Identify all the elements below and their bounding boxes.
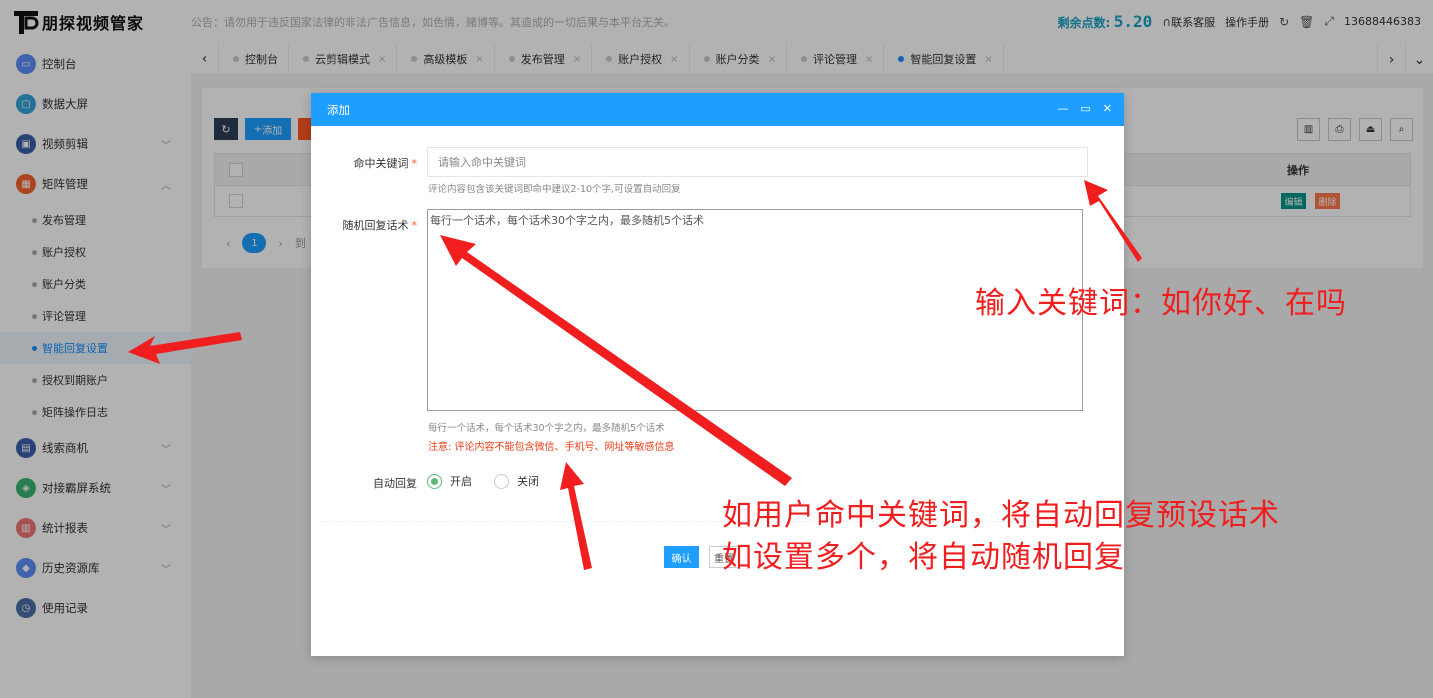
dialog-header: 添加 — ▭ ✕ (311, 93, 1124, 126)
annotation-reply-tip-2: 如设置多个，将自动随机回复 (722, 540, 1125, 575)
radio-off-label: 关闭 (517, 475, 539, 488)
auto-reply-label: 自动回复 (373, 477, 417, 490)
annotation-keyword-tip: 输入关键词：如你好、在吗 (975, 286, 1347, 321)
required-mark: * (411, 157, 418, 170)
confirm-button[interactable]: 确认 (664, 546, 699, 568)
keyword-input[interactable]: 请输入命中关键词 (427, 147, 1088, 177)
dialog-controls: — ▭ ✕ (1057, 102, 1112, 115)
minimize-icon[interactable]: — (1057, 102, 1068, 115)
keyword-label-text: 命中关键词 (353, 157, 409, 170)
radio-on-label: 开启 (450, 475, 472, 488)
required-mark: * (411, 219, 418, 232)
auto-reply-radio-group: 开启 关闭 (427, 473, 539, 489)
keyword-label: 命中关键词 * (317, 155, 418, 171)
warning-text: 注意: 评论内容不能包含微信、手机号、网址等敏感信息 (428, 442, 675, 453)
reply-help: 每行一个话术，每个话术30个字之内，最多随机5个话术 (428, 423, 665, 434)
radio-off[interactable] (494, 473, 509, 489)
annotation-reply-tip-1: 如用户命中关键词，将自动回复预设话术 (722, 498, 1280, 533)
reply-label-text: 随机回复话术 (342, 219, 409, 232)
keyword-help: 评论内容包含该关键词即命中建议2-10个字,可设置自动回复 (428, 184, 681, 195)
close-icon[interactable]: ✕ (1103, 102, 1112, 115)
maximize-icon[interactable]: ▭ (1080, 102, 1090, 115)
reply-label: 随机回复话术 * (317, 217, 418, 233)
reply-placeholder: 每行一个话术，每个话术30个字之内，最多随机5个话术 (430, 214, 704, 227)
dialog-title: 添加 (327, 102, 350, 117)
keyword-placeholder: 请输入命中关键词 (438, 156, 526, 169)
radio-on[interactable] (427, 473, 442, 489)
